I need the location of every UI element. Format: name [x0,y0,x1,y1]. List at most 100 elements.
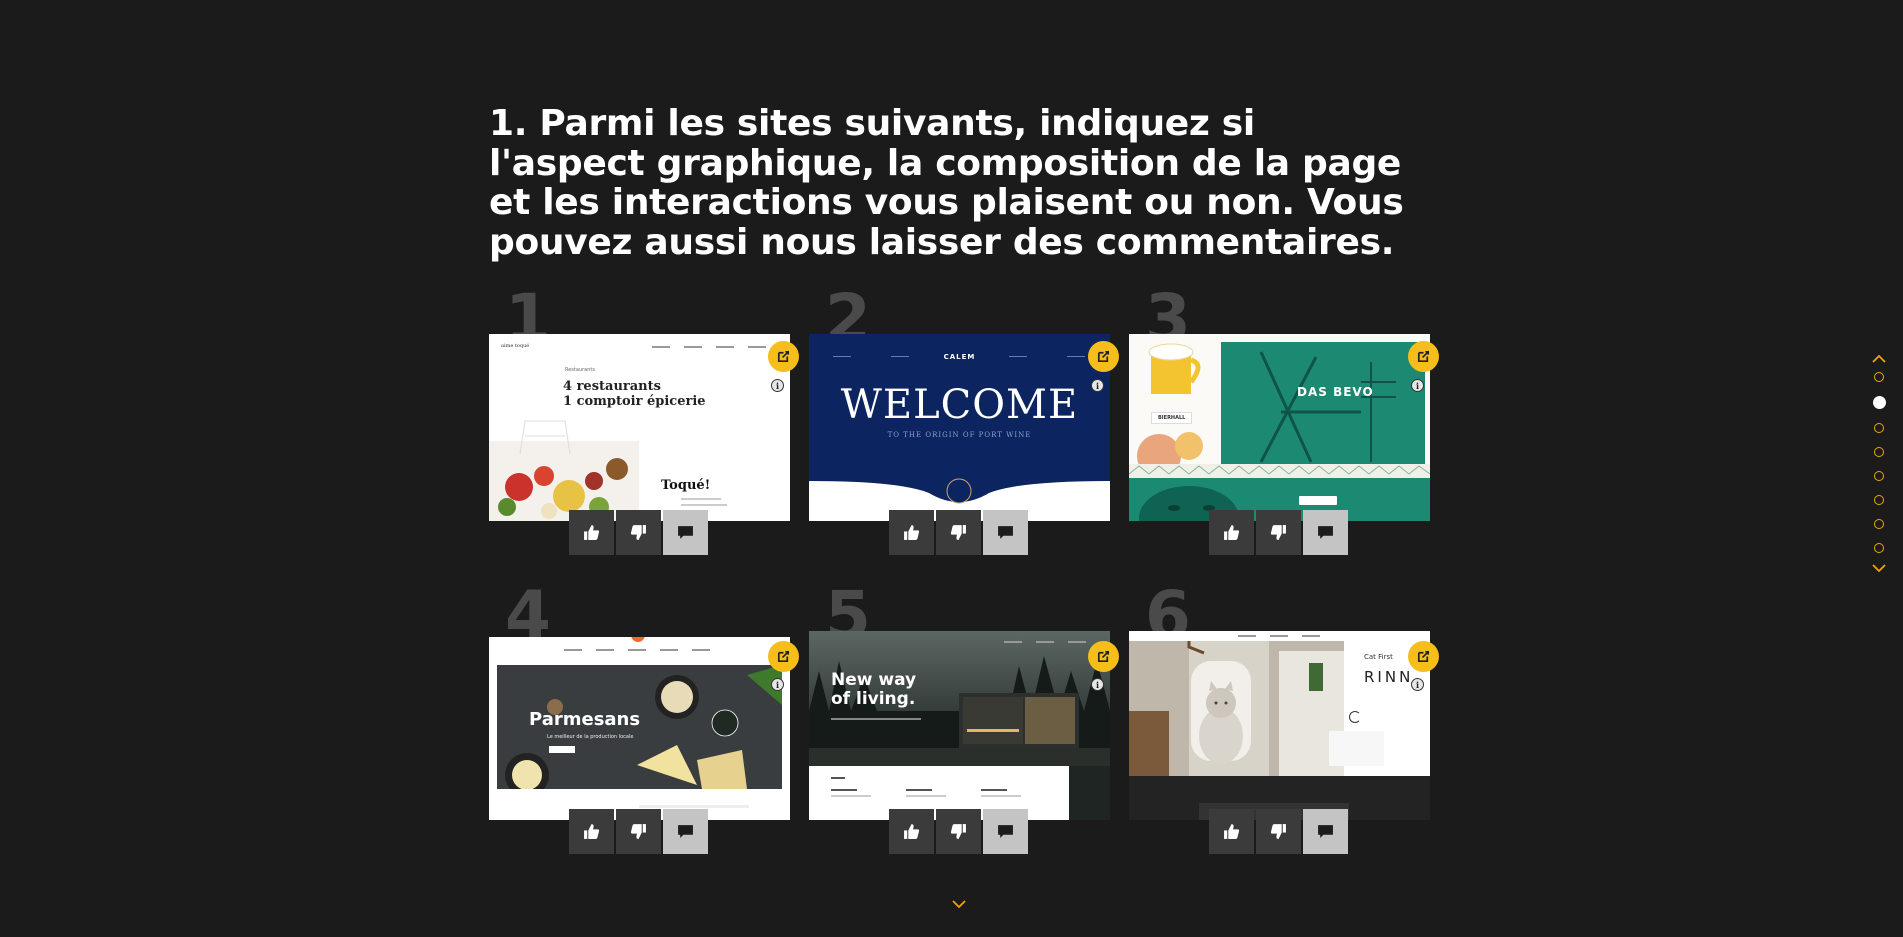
site-thumbnail[interactable]: Cat First RINN [1129,631,1430,820]
comment-icon [678,825,693,838]
comment-button[interactable] [983,809,1028,854]
thumbs-down-icon [630,824,646,839]
external-edit-icon [777,650,790,663]
site-headline: of living. [831,689,916,709]
like-button[interactable] [889,809,934,854]
nav-down-button[interactable] [1869,564,1889,572]
site-thumbnail[interactable]: BIERHALL DAS BEVO [1129,334,1430,521]
site-sub: Toqué! [661,478,711,493]
site-brand: aime toqué [501,343,530,349]
rating-actions [1209,809,1350,854]
like-button[interactable] [569,510,614,555]
nav-dot[interactable] [1874,471,1884,481]
comment-button[interactable] [1303,510,1348,555]
nav-dot[interactable] [1874,495,1884,505]
site-label: Restaurants [565,367,595,373]
site-nav [564,649,710,651]
info-icon[interactable]: i [1411,678,1424,691]
nav-dot[interactable] [1874,519,1884,529]
info-icon[interactable]: i [1091,678,1104,691]
site-headline: WELCOME [840,382,1079,428]
thumbs-down-icon [1270,525,1286,540]
info-icon[interactable]: i [771,379,784,392]
dislike-button[interactable] [936,809,981,854]
site-headline: Parmesans [529,709,641,730]
site-logo [631,637,645,642]
nav-dot[interactable] [1874,423,1884,433]
site-sub: TO THE ORIGIN OF PORT WINE [887,431,1032,439]
dislike-button[interactable] [616,510,661,555]
site-brand: CALEM [943,353,976,361]
open-site-button[interactable] [1408,341,1439,372]
site-thumbnail[interactable]: CALEM WELCOME TO THE ORIGIN OF PORT WINE [809,334,1110,521]
comment-button[interactable] [663,809,708,854]
comment-icon [1318,526,1333,539]
like-button[interactable] [1209,510,1254,555]
rating-actions [569,510,710,555]
comment-button[interactable] [983,510,1028,555]
dislike-button[interactable] [616,809,661,854]
site-thumbnail[interactable]: New way of living. [809,631,1110,820]
thumbs-up-icon [1224,525,1240,540]
rating-actions [569,809,710,854]
thumbs-up-icon [904,824,920,839]
external-edit-icon [1097,650,1110,663]
like-button[interactable] [1209,809,1254,854]
rating-actions [889,510,1030,555]
info-icon[interactable]: i [771,678,784,691]
comment-icon [1318,825,1333,838]
section-navigation [1869,355,1889,572]
cat-photo [1129,641,1344,776]
rating-actions [889,809,1030,854]
nav-dot-active[interactable] [1872,396,1886,409]
thumbs-down-icon [630,525,646,540]
nav-dot[interactable] [1874,372,1884,382]
site-thumbnail[interactable]: Parmesans Le meilleur de la production l… [489,637,790,820]
comment-icon [998,825,1013,838]
nav-dot[interactable] [1874,447,1884,457]
info-icon[interactable]: i [1411,379,1424,392]
nav-dot[interactable] [1874,543,1884,553]
site-thumbnail[interactable]: aime toqué Restaurants 4 restaurants 1 c… [489,334,790,521]
open-site-button[interactable] [1088,641,1119,672]
dislike-button[interactable] [936,510,981,555]
external-edit-icon [777,350,790,363]
dislike-button[interactable] [1256,809,1301,854]
info-icon[interactable]: i [1091,379,1104,392]
open-site-button[interactable] [768,641,799,672]
thumbs-up-icon [904,525,920,540]
like-button[interactable] [889,510,934,555]
dislike-button[interactable] [1256,510,1301,555]
like-button[interactable] [569,809,614,854]
rating-actions [1209,510,1350,555]
windmill-illustration [1259,351,1396,463]
chevron-up-icon [1872,355,1886,363]
site-nav [1238,635,1320,637]
comment-icon [678,526,693,539]
open-site-button[interactable] [1408,641,1439,672]
site-nav [1004,641,1086,643]
site-headline: DAS BEVO [1297,385,1374,399]
thumbs-up-icon [584,824,600,839]
chevron-down-icon [952,900,966,908]
comment-button[interactable] [1303,809,1348,854]
site-sub: Le meilleur de la production locale [547,734,634,740]
comment-button[interactable] [663,510,708,555]
chevron-down-icon [1872,564,1886,572]
chair-illustration [519,420,571,455]
site-headline: 4 restaurants [563,379,661,394]
thumbs-up-icon [584,525,600,540]
open-site-button[interactable] [768,341,799,372]
open-site-button[interactable] [1088,341,1119,372]
thumbs-down-icon [950,824,966,839]
site-headline: New way [831,670,917,690]
nav-up-button[interactable] [1869,355,1889,363]
scroll-down-button[interactable] [951,900,967,908]
thumbs-up-icon [1224,824,1240,839]
comment-icon [998,526,1013,539]
external-edit-icon [1097,350,1110,363]
site-headline: 1 comptoir épicerie [563,394,706,409]
external-edit-icon [1417,650,1430,663]
question-title: 1. Parmi les sites suivants, indiquez si… [489,103,1404,263]
site-label: Cat First [1364,653,1393,661]
